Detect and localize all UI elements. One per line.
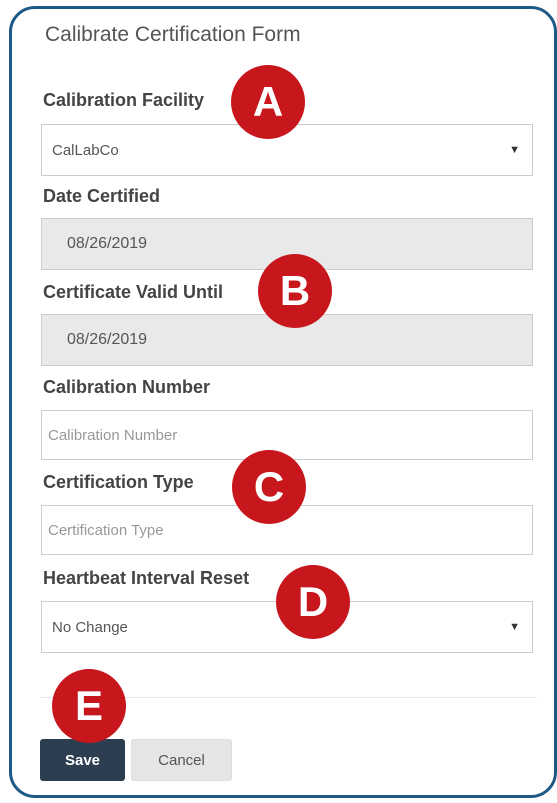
certificate-valid-until-value: 08/26/2019 bbox=[67, 331, 148, 348]
date-certified-label: Date Certified bbox=[43, 186, 161, 206]
chevron-down-icon: ▼ bbox=[509, 621, 520, 633]
certificate-valid-until-label: Certificate Valid Until bbox=[43, 282, 224, 302]
heartbeat-interval-reset-label: Heartbeat Interval Reset bbox=[43, 568, 250, 588]
form-title: Calibrate Certification Form bbox=[45, 23, 301, 46]
calibration-number-input[interactable]: Calibration Number bbox=[41, 410, 533, 460]
annotation-marker-d: D bbox=[276, 565, 350, 639]
heartbeat-interval-reset-value: No Change bbox=[52, 618, 128, 636]
date-certified-value: 08/26/2019 bbox=[67, 235, 148, 252]
certification-type-label: Certification Type bbox=[43, 472, 194, 492]
calibration-facility-value: CalLabCo bbox=[52, 141, 119, 159]
save-button[interactable]: Save bbox=[40, 739, 125, 781]
annotation-marker-c: C bbox=[232, 450, 306, 524]
annotation-marker-b: B bbox=[258, 254, 332, 328]
chevron-down-icon: ▼ bbox=[509, 144, 520, 156]
cancel-button[interactable]: Cancel bbox=[131, 739, 232, 781]
certification-type-placeholder: Certification Type bbox=[48, 521, 164, 539]
annotation-marker-a: A bbox=[231, 65, 305, 139]
annotation-marker-e: E bbox=[52, 669, 126, 743]
calibration-number-placeholder: Calibration Number bbox=[48, 426, 178, 444]
calibration-number-label: Calibration Number bbox=[43, 377, 211, 397]
calibration-facility-label: Calibration Facility bbox=[43, 90, 205, 110]
